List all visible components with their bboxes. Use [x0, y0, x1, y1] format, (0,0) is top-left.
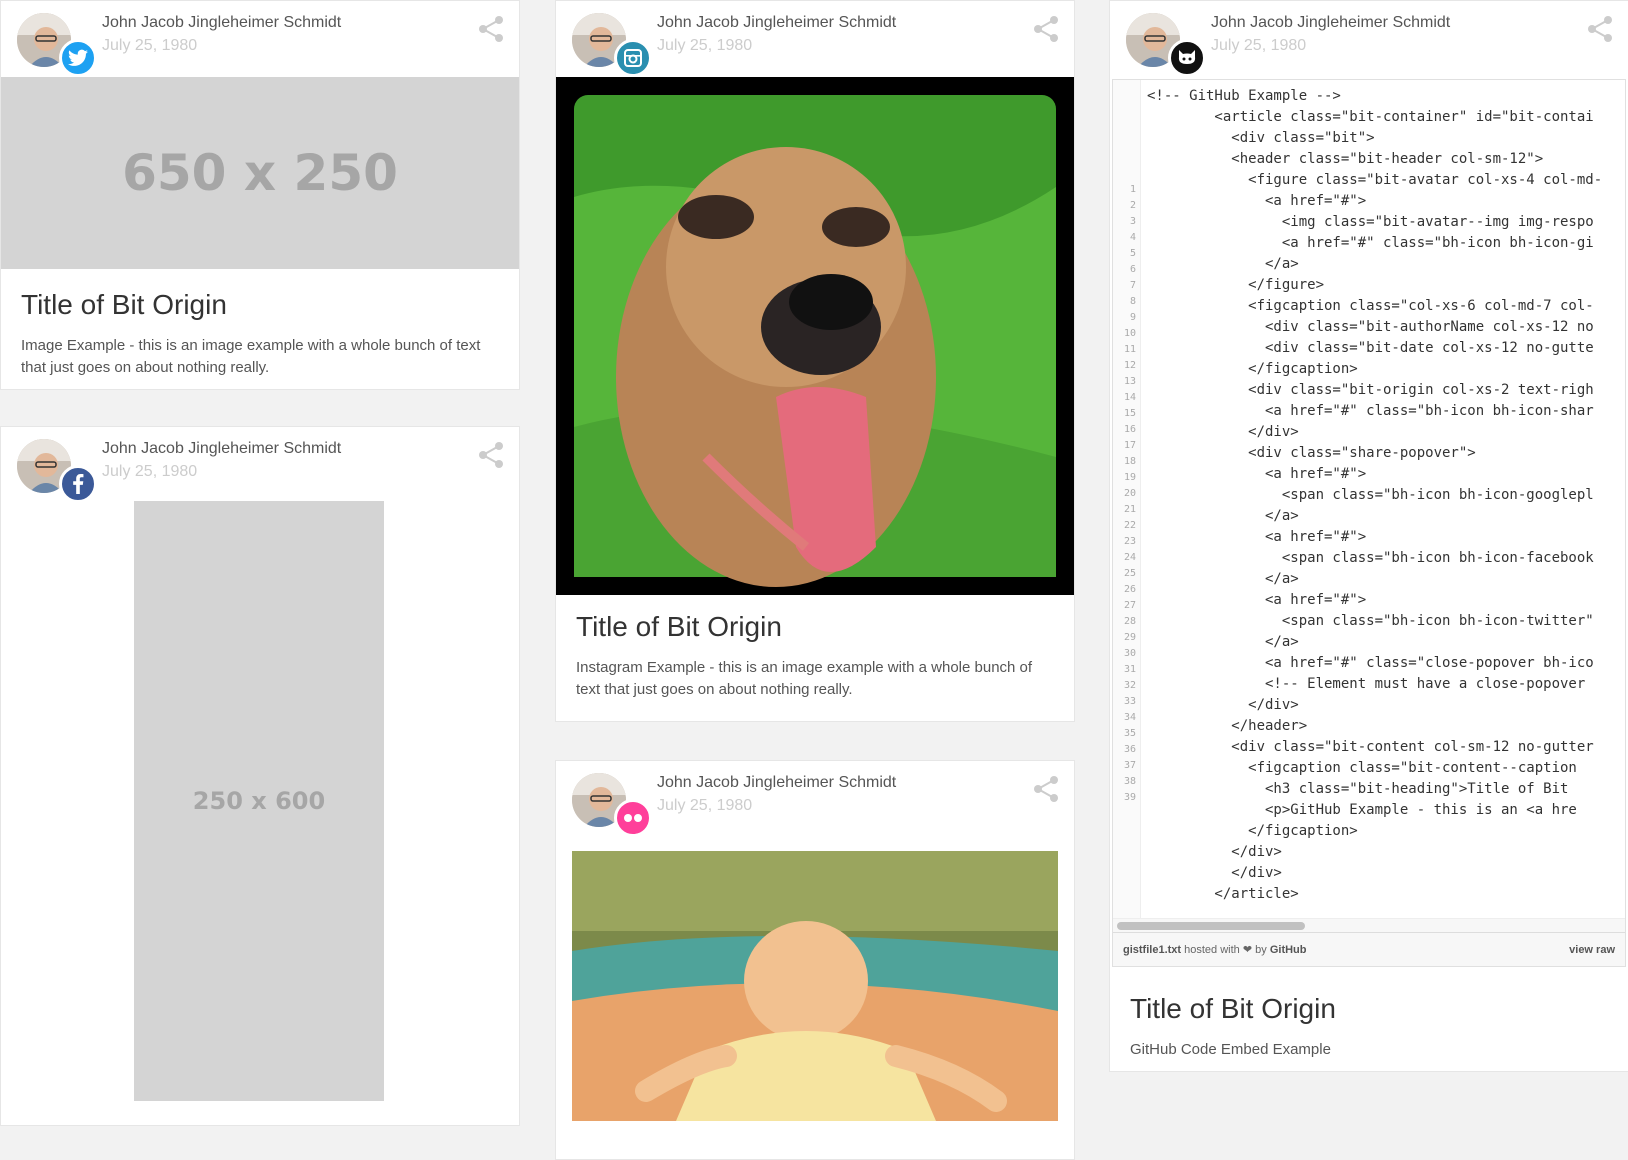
github-link[interactable]: GitHub — [1270, 944, 1307, 956]
gist-embed: 1 2 3 4 5 6 7 8 9 10 11 12 13 14 15 16 1… — [1112, 79, 1626, 967]
post-date: July 25, 1980 — [102, 37, 198, 54]
horizontal-scrollbar[interactable] — [1113, 918, 1625, 932]
facebook-icon — [59, 465, 97, 503]
bit-header: John Jacob Jingleheimer Schmidt July 25,… — [556, 761, 1074, 839]
bit-title[interactable]: Title of Bit Origin — [1130, 993, 1608, 1025]
author-name[interactable]: John Jacob Jingleheimer Schmidt — [1211, 14, 1450, 32]
bit-header: John Jacob Jingleheimer Schmidt July 25,… — [1, 1, 519, 79]
gist-filename[interactable]: gistfile1.txt — [1123, 944, 1181, 956]
post-date: July 25, 1980 — [102, 463, 198, 480]
share-icon[interactable] — [1032, 15, 1060, 43]
scrollbar-thumb[interactable] — [1117, 922, 1305, 930]
share-icon[interactable] — [1032, 775, 1060, 803]
flickr-icon — [614, 799, 652, 837]
instagram-bit-card: John Jacob Jingleheimer Schmidt July 25,… — [555, 0, 1075, 722]
bit-header: John Jacob Jingleheimer Schmidt July 25,… — [556, 1, 1074, 79]
bit-description: Image Example - this is an image example… — [21, 337, 481, 376]
facebook-bit-card: John Jacob Jingleheimer Schmidt July 25,… — [0, 426, 520, 1126]
post-date: July 25, 1980 — [1211, 37, 1307, 54]
github-bit-card: John Jacob Jingleheimer Schmidt July 25,… — [1109, 0, 1628, 1072]
line-numbers: 1 2 3 4 5 6 7 8 9 10 11 12 13 14 15 16 1… — [1113, 80, 1141, 918]
baby-photo — [556, 841, 1074, 1121]
bit-content: Title of Bit Origin Instagram Example - … — [556, 595, 1074, 721]
bit-title[interactable]: Title of Bit Origin — [21, 289, 499, 321]
share-icon[interactable] — [477, 15, 505, 43]
gist-credit: gistfile1.txt hosted with ❤ by GitHub — [1123, 943, 1307, 956]
share-icon[interactable] — [1586, 15, 1614, 43]
twitter-bit-card: John Jacob Jingleheimer Schmidt July 25,… — [0, 0, 520, 390]
flickr-bit-card: John Jacob Jingleheimer Schmidt July 25,… — [555, 760, 1075, 1160]
bit-description: Instagram Example - this is an image exa… — [576, 659, 1033, 698]
author-name[interactable]: John Jacob Jingleheimer Schmidt — [657, 774, 896, 792]
post-date: July 25, 1980 — [657, 37, 753, 54]
bit-header: John Jacob Jingleheimer Schmidt July 25,… — [1110, 1, 1628, 79]
post-date: July 25, 1980 — [657, 797, 753, 814]
image-placeholder: 250 x 600 — [134, 501, 384, 1101]
gist-code[interactable]: 1 2 3 4 5 6 7 8 9 10 11 12 13 14 15 16 1… — [1113, 80, 1625, 918]
bit-description: GitHub Code Embed Example — [1130, 1041, 1331, 1058]
view-raw-link[interactable]: view raw — [1569, 944, 1615, 956]
share-icon[interactable] — [477, 441, 505, 469]
bit-content: Title of Bit Origin GitHub Code Embed Ex… — [1110, 967, 1628, 1071]
author-name[interactable]: John Jacob Jingleheimer Schmidt — [102, 14, 341, 32]
bit-title[interactable]: Title of Bit Origin — [576, 611, 1054, 643]
gist-hosted-text: hosted with — [1184, 944, 1240, 956]
author-name[interactable]: John Jacob Jingleheimer Schmidt — [657, 14, 896, 32]
bit-header: John Jacob Jingleheimer Schmidt July 25,… — [1, 427, 519, 505]
dog-photo — [556, 77, 1074, 595]
gist-by-text: by — [1255, 944, 1267, 956]
gist-meta: gistfile1.txt hosted with ❤ by GitHub vi… — [1113, 932, 1625, 966]
github-icon — [1168, 39, 1206, 77]
instagram-icon — [614, 39, 652, 77]
twitter-icon — [59, 39, 97, 77]
bit-content: Title of Bit Origin Image Example - this… — [1, 269, 519, 389]
image-placeholder: 650 x 250 — [1, 77, 519, 269]
heart-icon: ❤ — [1242, 944, 1253, 956]
author-name[interactable]: John Jacob Jingleheimer Schmidt — [102, 440, 341, 458]
code-text[interactable]: <!-- GitHub Example --> <article class="… — [1141, 80, 1625, 918]
